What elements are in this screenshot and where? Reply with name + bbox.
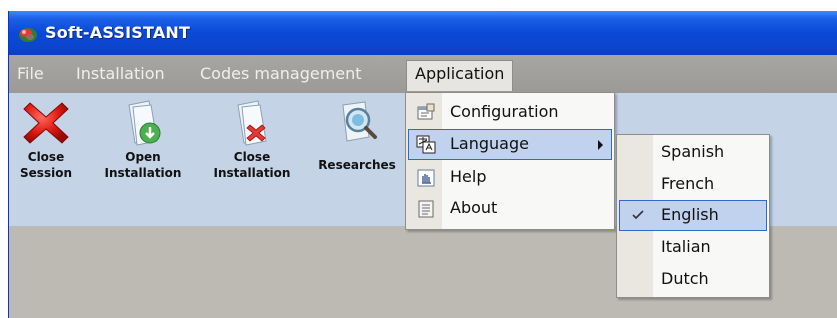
menu-installation[interactable]: Installation [76,64,165,83]
close-installation-button[interactable]: Close Installation [202,97,302,181]
menu-item-language-label: Language [450,134,529,153]
language-option-spanish[interactable]: Spanish [619,137,767,168]
title-bar[interactable]: Soft-ASSISTANT [9,11,837,55]
researches-label: Researches [318,158,396,172]
submenu-arrow-icon [598,140,603,150]
close-session-icon [23,102,69,144]
language-option-dutch-label: Dutch [661,269,709,288]
menu-codes-management[interactable]: Codes management [200,64,362,83]
language-option-spanish-label: Spanish [661,142,725,161]
language-option-english[interactable]: English [619,200,767,231]
open-installation-icon [128,100,161,146]
checkmark-icon [632,210,644,220]
configuration-icon [417,103,435,120]
close-installation-icon [237,100,267,146]
menu-item-configuration[interactable]: Configuration [408,97,612,128]
menu-item-help-label: Help [450,167,487,186]
language-icon [416,135,436,154]
close-installation-label: Close Installation [213,150,291,180]
language-option-italian-label: Italian [661,237,711,256]
menu-bar: File Installation Codes management Appli… [9,55,837,93]
close-session-button[interactable]: Close Session [9,97,83,181]
researches-button[interactable]: Researches [311,97,403,173]
language-submenu: Spanish French English Italian Dutch [616,134,770,298]
window-title: Soft-ASSISTANT [45,23,191,42]
menu-item-help[interactable]: Help [408,162,612,193]
menu-item-language[interactable]: Language [408,129,612,160]
application-menu: Configuration Language Help About [405,92,615,230]
language-option-dutch[interactable]: Dutch [619,264,767,295]
menu-file[interactable]: File [17,64,44,83]
language-option-italian[interactable]: Italian [619,232,767,263]
menu-item-configuration-label: Configuration [450,102,559,121]
open-installation-label: Open Installation [104,150,182,180]
close-session-label: Close Session [20,150,72,180]
menu-item-about-label: About [450,198,498,217]
language-option-french-label: French [661,174,715,193]
language-option-french[interactable]: French [619,169,767,200]
help-icon [417,169,435,187]
menu-item-about[interactable]: About [408,193,612,224]
app-logo-icon [19,28,37,42]
researches-icon [342,101,377,142]
menu-application[interactable]: Application [406,60,514,91]
open-installation-button[interactable]: Open Installation [93,97,193,181]
language-option-english-label: English [661,205,719,224]
about-icon [418,200,434,218]
